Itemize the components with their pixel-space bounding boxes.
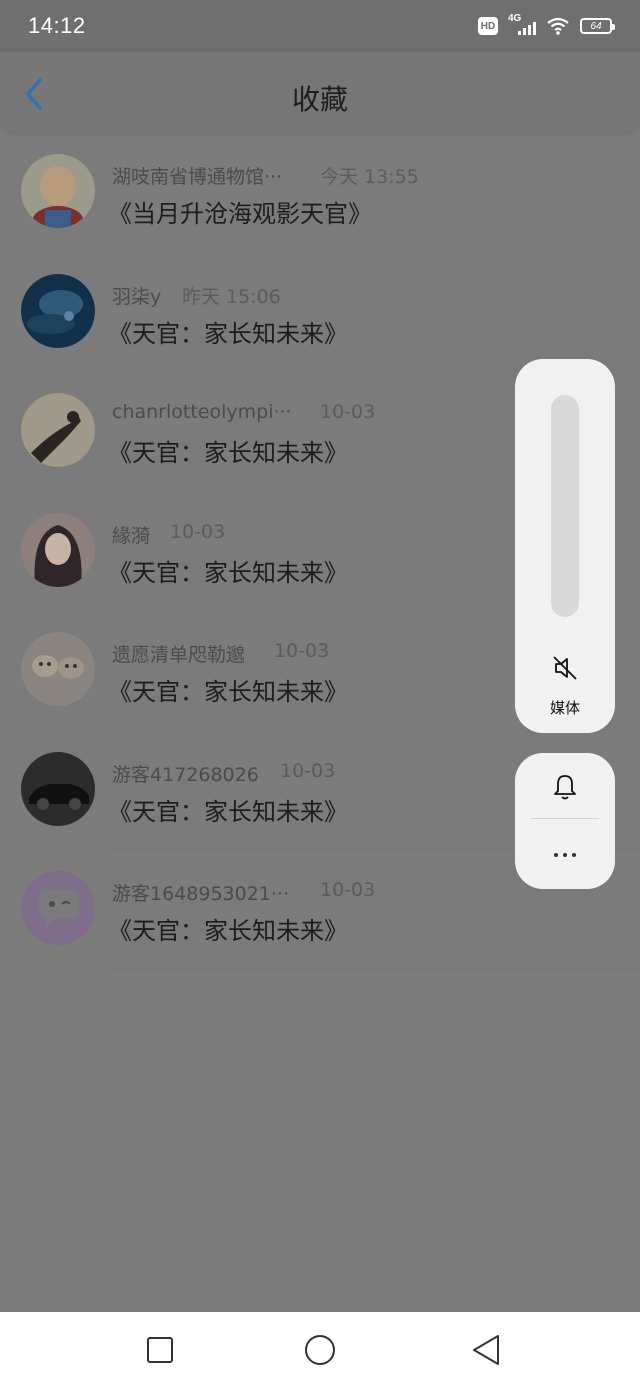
girl-avatar[interactable] bbox=[21, 512, 95, 587]
item-meta: 緣漪 10-03 bbox=[112, 521, 225, 548]
volume-label: 媒体 bbox=[549, 699, 580, 717]
silhouette-avatar[interactable] bbox=[21, 393, 95, 467]
home-icon[interactable] bbox=[300, 1330, 340, 1370]
item-date: 昨天 15:06 bbox=[182, 285, 281, 308]
item-date: 今天 13:55 bbox=[320, 166, 419, 188]
item-title: 《天官：家长知未来》 bbox=[108, 319, 348, 348]
kittens-avatar[interactable] bbox=[21, 632, 95, 706]
item-meta: 游客1648953021··· 10-03 bbox=[112, 879, 375, 906]
more-options-icon[interactable] bbox=[551, 845, 579, 865]
item-meta: 游客417268026 10-03 bbox=[112, 760, 335, 787]
battery-icon: 64 bbox=[580, 18, 615, 34]
item-meta: chanrlotteolympi··· 10-03 bbox=[112, 401, 375, 423]
list-item[interactable]: 湖吱南省博通物馆··· 今天 13:55 《当月升沧海观影天官》 bbox=[0, 132, 640, 252]
battery-level: 64 bbox=[590, 20, 602, 32]
item-date: 10-03 bbox=[170, 520, 226, 543]
item-title: 《天官：家长知未来》 bbox=[108, 797, 348, 826]
divider bbox=[531, 818, 599, 819]
app-header: 收藏 bbox=[0, 52, 640, 132]
item-date: 10-03 bbox=[280, 759, 336, 782]
item-author: 游客1648953021··· bbox=[112, 883, 290, 905]
item-title: 《当月升沧海观影天官》 bbox=[108, 200, 372, 228]
item-author: 羽柒y bbox=[112, 285, 162, 308]
item-title: 《天官：家长知未来》 bbox=[108, 678, 348, 706]
status-icons: HD 4G 64 bbox=[478, 13, 615, 37]
item-author: chanrlotteolympi··· bbox=[112, 401, 292, 423]
divider bbox=[110, 967, 640, 969]
item-date: 10-03 bbox=[320, 879, 376, 901]
item-author: 湖吱南省博通物馆··· bbox=[112, 166, 283, 188]
signal-icon: 4G bbox=[508, 13, 536, 37]
item-author: 緣漪 bbox=[112, 524, 151, 547]
car-avatar[interactable] bbox=[21, 751, 95, 826]
back-nav-icon[interactable] bbox=[466, 1330, 506, 1370]
wifi-icon bbox=[547, 17, 569, 35]
ringer-panel bbox=[515, 753, 615, 889]
item-meta: 湖吱南省博通物馆··· 今天 13:55 bbox=[112, 162, 419, 189]
volume-panel: 媒体 bbox=[515, 359, 615, 733]
default-chat-avatar[interactable] bbox=[21, 871, 95, 945]
item-title: 《天官：家长知未来》 bbox=[108, 439, 348, 467]
baby-avatar[interactable] bbox=[21, 154, 95, 228]
item-author: 游客417268026 bbox=[112, 763, 259, 786]
bell-icon[interactable] bbox=[551, 771, 579, 801]
item-date: 10-03 bbox=[274, 640, 330, 662]
recent-apps-icon[interactable] bbox=[140, 1330, 180, 1370]
speaker-muted-icon[interactable] bbox=[551, 654, 579, 682]
item-title: 《天官：家长知未来》 bbox=[108, 917, 348, 945]
status-bar: 14:12 HD 4G 64 bbox=[0, 0, 640, 52]
media-volume-slider[interactable] bbox=[551, 395, 579, 617]
system-nav-bar bbox=[0, 1312, 640, 1387]
item-meta: 遗愿清单咫勒邈 10-03 bbox=[112, 640, 329, 667]
item-date: 10-03 bbox=[320, 401, 376, 423]
hd-icon: HD bbox=[478, 17, 498, 35]
blue-scene-avatar[interactable] bbox=[21, 273, 95, 348]
item-author: 遗愿清单咫勒邈 bbox=[112, 644, 246, 666]
page-title: 收藏 bbox=[291, 83, 348, 116]
list-item[interactable]: 羽柒y 昨天 15:06 《天官：家长知未来》 bbox=[0, 252, 640, 371]
status-time: 14:12 bbox=[28, 13, 86, 38]
item-meta: 羽柒y 昨天 15:06 bbox=[112, 282, 281, 309]
item-title: 《天官：家长知未来》 bbox=[108, 558, 348, 587]
